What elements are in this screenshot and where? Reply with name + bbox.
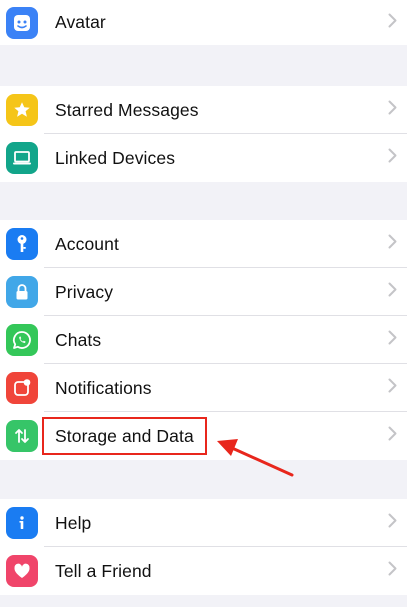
chevron-right-icon: [388, 13, 397, 33]
chevron-right-icon: [388, 426, 397, 446]
settings-item-avatar[interactable]: Avatar: [0, 0, 407, 45]
settings-item-starred-messages[interactable]: Starred Messages: [0, 86, 407, 134]
avatar-icon: [6, 7, 38, 39]
chevron-right-icon: [388, 282, 397, 302]
lock-icon: [6, 276, 38, 308]
chevron-right-icon: [388, 234, 397, 254]
settings-item-storage-and-data[interactable]: Storage and Data: [0, 412, 407, 460]
chevron-right-icon: [388, 561, 397, 581]
settings-item-label: Account: [55, 233, 119, 254]
settings-group-main: Account Privacy Chats Notifications Stor…: [0, 220, 407, 460]
settings-group-profile: Avatar: [0, 0, 407, 45]
storage-arrows-icon: [6, 420, 38, 452]
settings-item-label: Notifications: [55, 377, 152, 398]
settings-item-account[interactable]: Account: [0, 220, 407, 268]
notification-icon: [6, 372, 38, 404]
settings-item-linked-devices[interactable]: Linked Devices: [0, 134, 407, 182]
settings-item-label: Help: [55, 512, 92, 533]
star-icon: [6, 94, 38, 126]
chevron-right-icon: [388, 378, 397, 398]
settings-item-tell-a-friend[interactable]: Tell a Friend: [0, 547, 407, 595]
whatsapp-icon: [6, 324, 38, 356]
settings-item-chats[interactable]: Chats: [0, 316, 407, 364]
key-icon: [6, 228, 38, 260]
settings-item-privacy[interactable]: Privacy: [0, 268, 407, 316]
chevron-right-icon: [388, 330, 397, 350]
settings-item-help[interactable]: Help: [0, 499, 407, 547]
laptop-icon: [6, 142, 38, 174]
chevron-right-icon: [388, 148, 397, 168]
chevron-right-icon: [388, 100, 397, 120]
settings-group-support: Help Tell a Friend: [0, 499, 407, 595]
heart-icon: [6, 555, 38, 587]
settings-item-label: Linked Devices: [55, 147, 176, 168]
settings-screen: Avatar Starred Messages Linked Devices A…: [0, 0, 407, 607]
settings-item-label: Avatar: [55, 12, 106, 32]
settings-group-messages: Starred Messages Linked Devices: [0, 86, 407, 182]
settings-item-label: Privacy: [55, 281, 114, 302]
chevron-right-icon: [388, 513, 397, 533]
settings-item-label: Chats: [55, 329, 102, 350]
settings-item-notifications[interactable]: Notifications: [0, 364, 407, 412]
settings-item-label: Storage and Data: [55, 425, 194, 446]
info-icon: [6, 507, 38, 539]
settings-item-label: Starred Messages: [55, 99, 199, 120]
settings-item-label: Tell a Friend: [55, 560, 152, 581]
